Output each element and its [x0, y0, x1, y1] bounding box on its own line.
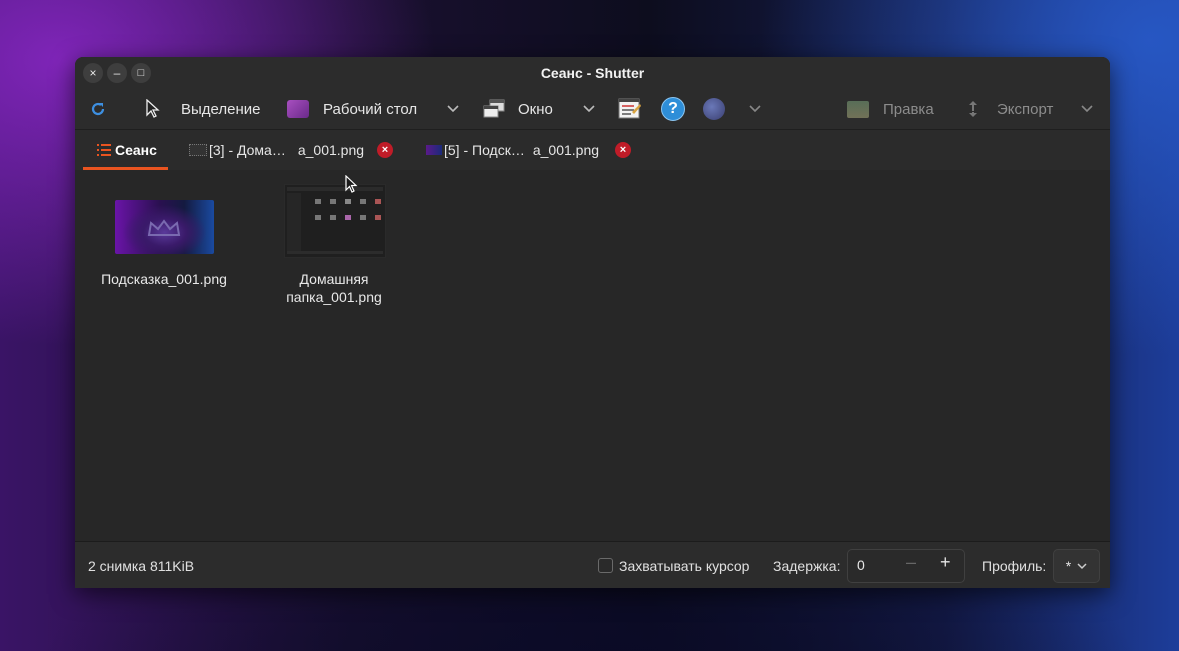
file-name-line2: папка_001.png	[286, 289, 382, 305]
list-icon	[97, 144, 111, 156]
file-thumbnail-icon	[189, 144, 207, 156]
desktop-button[interactable]: Рабочий стол	[287, 89, 417, 129]
pointer-icon	[146, 99, 160, 118]
delay-label: Задержка:	[773, 557, 841, 574]
edit-button[interactable]: Правка	[847, 89, 934, 129]
tab-tooltip-label-end: а_001.png	[532, 142, 600, 158]
status-bar: 2 снимка 811KiB Захватывать курсор Задер…	[75, 541, 1110, 588]
session-thumbnails: Подсказка_001.png Домашняя папка_001.png	[75, 170, 1110, 541]
shutter-window: × – □ Сеанс - Shutter Выделение Рабочий …	[75, 57, 1110, 588]
chevron-down-icon	[749, 105, 761, 113]
capture-cursor-checkbox[interactable]	[598, 558, 613, 573]
desktop-dropdown-button[interactable]	[447, 89, 459, 129]
image-thumbnail	[284, 184, 386, 258]
chevron-down-icon	[447, 105, 459, 113]
file-name-label: Подсказка_001.png	[101, 271, 227, 287]
help-icon: ?	[661, 97, 685, 121]
image-edit-icon	[847, 100, 869, 118]
decrement-button[interactable]: –	[906, 552, 916, 573]
maximize-window-button[interactable]: □	[131, 63, 151, 83]
web-dropdown-button[interactable]	[749, 89, 761, 129]
refresh-button[interactable]	[89, 89, 107, 129]
chevron-down-icon	[1081, 105, 1093, 113]
export-dropdown-button[interactable]	[1081, 89, 1093, 129]
increment-button[interactable]: +	[940, 552, 951, 573]
chevron-down-icon	[583, 105, 595, 113]
window-button[interactable]: Окно	[483, 89, 553, 129]
tab-bar: Сеанс [3] - Дома… а_001.png × [5] - Подс…	[75, 129, 1110, 171]
capture-cursor-toggle[interactable]: Захватывать курсор	[598, 542, 749, 588]
edit-label: Правка	[883, 100, 934, 118]
profile-combobox[interactable]: *	[1053, 549, 1100, 583]
tab-tooltip-label-start: [5] - Подск…	[444, 142, 525, 158]
desktop-icon	[287, 100, 309, 118]
web-capture-button[interactable]	[703, 89, 725, 129]
close-icon: ×	[619, 144, 627, 156]
mouse-cursor-icon	[345, 175, 358, 193]
tab-session[interactable]: Сеанс	[97, 130, 157, 170]
export-icon	[969, 101, 977, 117]
selection-label: Выделение	[181, 100, 261, 118]
session-summary: 2 снимка 811KiB	[88, 557, 195, 574]
tab-home-folder-label-start: [3] - Дома…	[209, 142, 286, 158]
window-dropdown-button[interactable]	[583, 89, 595, 129]
window-title: Сеанс - Shutter	[540, 65, 645, 81]
globe-icon	[703, 98, 725, 120]
close-icon: ×	[89, 66, 97, 80]
file-name-line1: Домашняя	[299, 271, 369, 287]
toolbar: Выделение Рабочий стол Окно ? Правка Экс…	[75, 89, 1110, 129]
desktop-label: Рабочий стол	[323, 100, 418, 118]
delay-spinbutton[interactable]: 0 – +	[847, 549, 965, 583]
refresh-icon	[91, 102, 105, 116]
tooltip-capture-button[interactable]: ?	[661, 89, 685, 129]
tab-session-label: Сеанс	[115, 142, 157, 158]
title-bar: × – □ Сеанс - Shutter	[75, 57, 1110, 89]
close-icon: ×	[381, 144, 389, 156]
tab-home-folder[interactable]: [3] - Дома… а_001.png	[189, 130, 364, 170]
profile-value: *	[1065, 558, 1072, 574]
export-label: Экспорт	[997, 100, 1054, 118]
close-window-button[interactable]: ×	[83, 63, 103, 83]
close-tab-button[interactable]: ×	[615, 142, 631, 158]
profile-label: Профиль:	[982, 557, 1047, 574]
tab-home-folder-label-end: а_001.png	[297, 142, 365, 158]
file-name-label: Домашняя папка_001.png	[259, 270, 409, 306]
minimize-window-button[interactable]: –	[107, 63, 127, 83]
delay-value[interactable]: 0	[857, 557, 865, 573]
menu-capture-icon	[618, 98, 641, 119]
tab-tooltip[interactable]: [5] - Подск… а_001.png	[426, 130, 599, 170]
maximize-icon: □	[137, 67, 145, 79]
image-thumbnail	[115, 200, 214, 254]
capture-cursor-label: Захватывать курсор	[619, 557, 750, 574]
window-stack-icon	[483, 99, 505, 118]
export-button[interactable]: Экспорт	[963, 89, 1053, 129]
window-label: Окно	[518, 100, 553, 118]
chevron-down-icon	[1077, 562, 1087, 569]
menu-capture-button[interactable]	[618, 89, 642, 129]
crown-icon	[147, 219, 181, 236]
minimize-icon: –	[113, 66, 121, 80]
close-tab-button[interactable]: ×	[377, 142, 393, 158]
selection-button[interactable]: Выделение	[145, 89, 260, 129]
file-thumbnail-icon	[426, 145, 442, 155]
